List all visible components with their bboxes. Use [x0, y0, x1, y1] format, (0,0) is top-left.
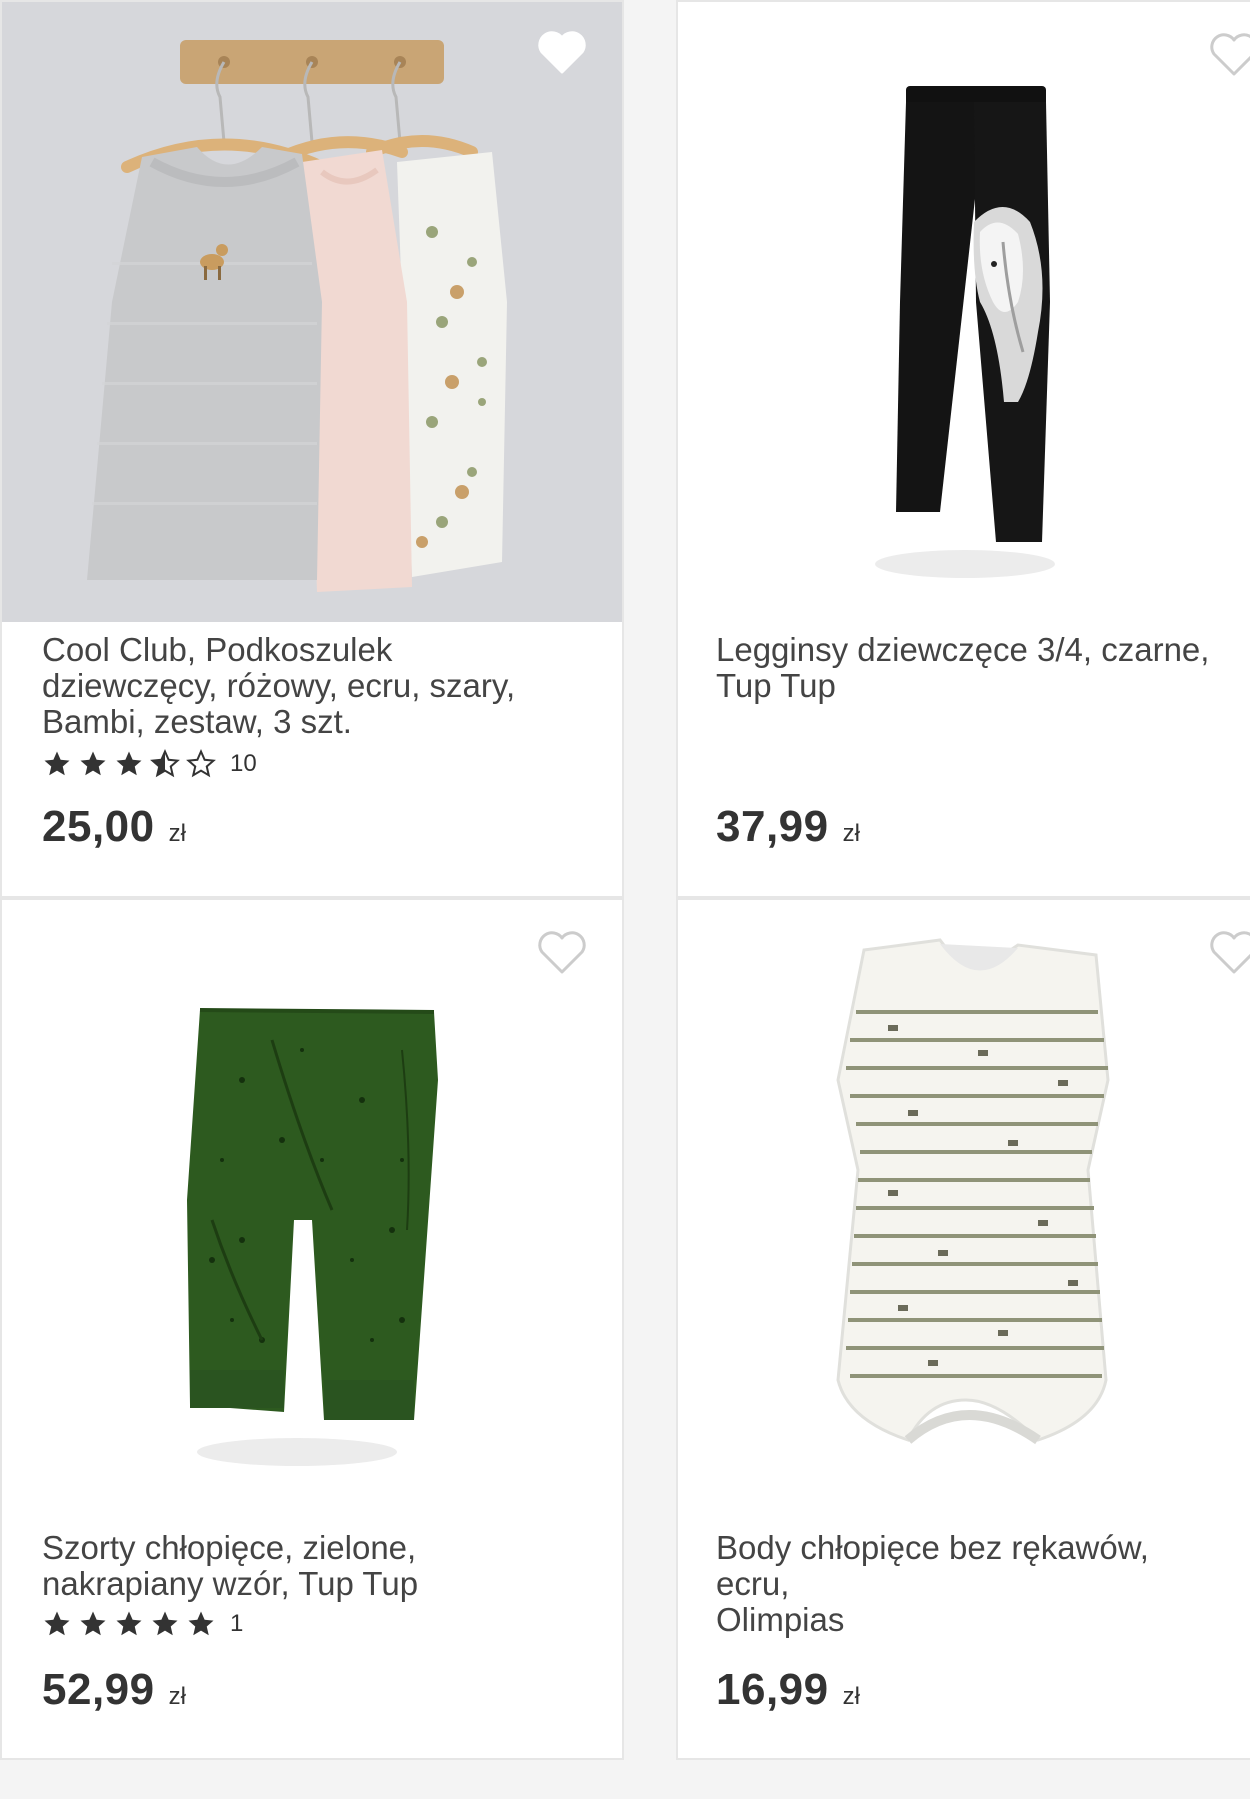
star-full-icon: [44, 1611, 70, 1636]
product-image[interactable]: [678, 2, 1250, 622]
product-card[interactable]: Body chłopięce bez rękawów, ecru, Olimpi…: [676, 898, 1250, 1760]
product-image[interactable]: [2, 2, 622, 622]
product-rating: 10: [42, 748, 257, 780]
star-full-icon: [116, 751, 142, 776]
product-title[interactable]: Body chłopięce bez rękawów, ecru, Olimpi…: [716, 1530, 1230, 1638]
product-title[interactable]: Cool Club, Podkoszulek dziewczęcy, różow…: [42, 632, 602, 740]
star-half-icon: [150, 749, 180, 778]
product-price: 16,99 zł: [716, 1665, 860, 1715]
product-card[interactable]: Cool Club, Podkoszulek dziewczęcy, różow…: [0, 0, 624, 898]
rating-count: 1: [230, 1610, 244, 1637]
price-amount: 52,99: [42, 1665, 155, 1714]
product-grid: Cool Club, Podkoszulek dziewczęcy, różow…: [0, 0, 1250, 1799]
wishlist-heart-icon[interactable]: [536, 930, 588, 976]
star-full-icon: [44, 751, 70, 776]
product-rating: 1: [42, 1608, 243, 1640]
product-image[interactable]: [678, 900, 1250, 1500]
green-shorts-photo: [187, 1008, 438, 1466]
black-leggings-photo: [875, 86, 1055, 578]
product-card[interactable]: Legginsy dziewczęce 3/4, czarne, Tup Tup…: [676, 0, 1250, 898]
striped-bodysuit-photo: [836, 938, 1110, 1445]
product-price: 52,99 zł: [42, 1665, 186, 1715]
star-full-icon: [116, 1611, 142, 1636]
star-full-icon: [188, 1611, 214, 1636]
price-currency: zł: [842, 820, 860, 847]
product-price: 25,00 zł: [42, 802, 186, 852]
price-currency: zł: [842, 1683, 860, 1710]
tank-top-set-photo: [2, 2, 622, 622]
wishlist-heart-icon[interactable]: [1208, 32, 1250, 78]
wishlist-heart-icon[interactable]: [536, 30, 588, 76]
product-card[interactable]: Szorty chłopięce, zielone, nakrapiany wz…: [0, 898, 624, 1760]
price-amount: 25,00: [42, 802, 155, 851]
price-currency: zł: [168, 820, 186, 847]
price-amount: 37,99: [716, 802, 829, 851]
price-amount: 16,99: [716, 1665, 829, 1714]
product-price: 37,99 zł: [716, 802, 860, 852]
star-full-icon: [80, 751, 106, 776]
product-title[interactable]: Szorty chłopięce, zielone, nakrapiany wz…: [42, 1530, 602, 1602]
rating-count: 10: [230, 750, 257, 777]
star-full-icon: [152, 1611, 178, 1636]
star-full-icon: [80, 1611, 106, 1636]
wishlist-heart-icon[interactable]: [1208, 930, 1250, 976]
product-title[interactable]: Legginsy dziewczęce 3/4, czarne, Tup Tup: [716, 632, 1230, 704]
star-empty-icon: [186, 749, 216, 778]
product-image[interactable]: [2, 900, 622, 1500]
price-currency: zł: [168, 1683, 186, 1710]
